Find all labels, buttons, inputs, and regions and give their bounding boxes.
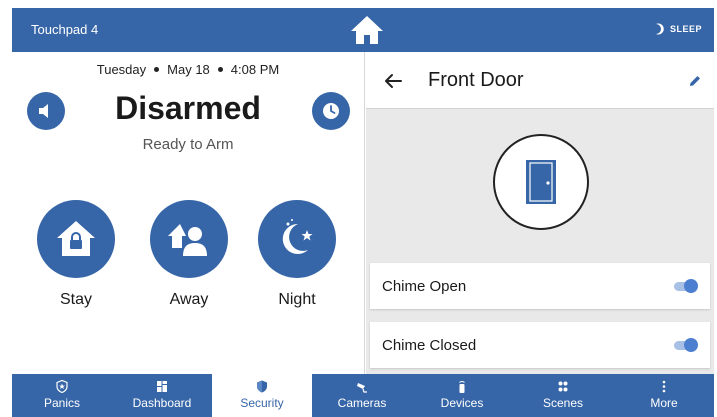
security-status-panel: Tuesday May 18 4:08 PM Disarmed Ready to A… [12,52,365,374]
clock-icon [323,103,339,119]
back-arrow-icon[interactable] [382,70,404,92]
nav-panics[interactable]: Panics [12,374,112,417]
toggle-knob [684,279,698,293]
sensor-detail-panel: Front Door Chime Open Chime Closed [366,52,714,374]
nav-dashboard[interactable]: Dashboard [112,374,212,417]
nav-more[interactable]: More [614,374,714,417]
date-label: May 18 [167,62,210,77]
nav-cameras[interactable]: Cameras [312,374,412,417]
arm-stay-button[interactable]: Stay [36,200,116,309]
home-icon[interactable] [350,14,384,46]
chime-closed-row: Chime Closed [370,322,710,368]
nav-label: Cameras [337,396,387,410]
nav-label: Panics [43,396,81,410]
nav-label: Devices [440,396,484,410]
moon-stars-icon [282,219,313,254]
shield-icon [257,380,267,393]
nav-label: More [650,396,678,410]
chime-open-row: Chime Open [370,263,710,309]
nav-security[interactable]: Security [212,374,312,417]
toggle-knob [684,338,698,352]
nav-label: Dashboard [132,396,192,410]
person-away-icon [168,224,207,256]
arm-night-circle[interactable] [258,200,336,278]
nav-devices[interactable]: Devices [412,374,512,417]
star-shield-icon [56,380,68,393]
more-icon [662,380,666,393]
remote-icon [459,380,465,393]
nav-label: Security [240,396,284,410]
sleep-button[interactable]: SLEEP [653,23,702,35]
day-label: Tuesday [96,62,147,77]
separator-dot [217,67,223,73]
pencil-icon[interactable] [688,74,702,88]
separator-dot [154,67,160,73]
nav-label: Scenes [542,396,584,410]
arm-away-button[interactable]: Away [149,200,229,309]
top-bar: Touchpad 4 SLEEP [12,8,714,52]
chime-open-toggle[interactable] [674,279,698,293]
camera-icon [357,383,367,393]
chime-closed-toggle[interactable] [674,338,698,352]
arm-night-button[interactable]: Night [257,200,337,309]
sensor-title: Front Door [428,69,524,91]
sensor-header: Front Door [366,52,714,109]
door-sensor-badge [493,134,589,230]
chime-closed-label: Chime Closed [382,337,477,354]
home-lock-icon [57,221,95,256]
bottom-nav: Panics Dashboard Security Cameras Device… [12,374,714,417]
arm-stay-label: Stay [59,291,92,308]
arm-substatus: Ready to Arm [142,136,234,153]
arm-away-label: Away [169,291,209,308]
scenes-icon [558,381,568,392]
device-name: Touchpad 4 [31,22,99,37]
date-time: Tuesday May 18 4:08 PM [12,62,364,77]
chime-open-label: Chime Open [382,278,467,295]
arm-stay-circle[interactable] [37,200,115,278]
door-icon [526,160,556,204]
nav-scenes[interactable]: Scenes [512,374,614,417]
time-label: 4:08 PM [230,62,280,77]
clock-button[interactable] [312,92,350,130]
sleep-label: SLEEP [669,24,702,34]
arm-night-label: Night [278,291,316,308]
moon-icon [655,23,664,35]
dashboard-icon [157,381,167,392]
arm-away-circle[interactable] [150,200,228,278]
